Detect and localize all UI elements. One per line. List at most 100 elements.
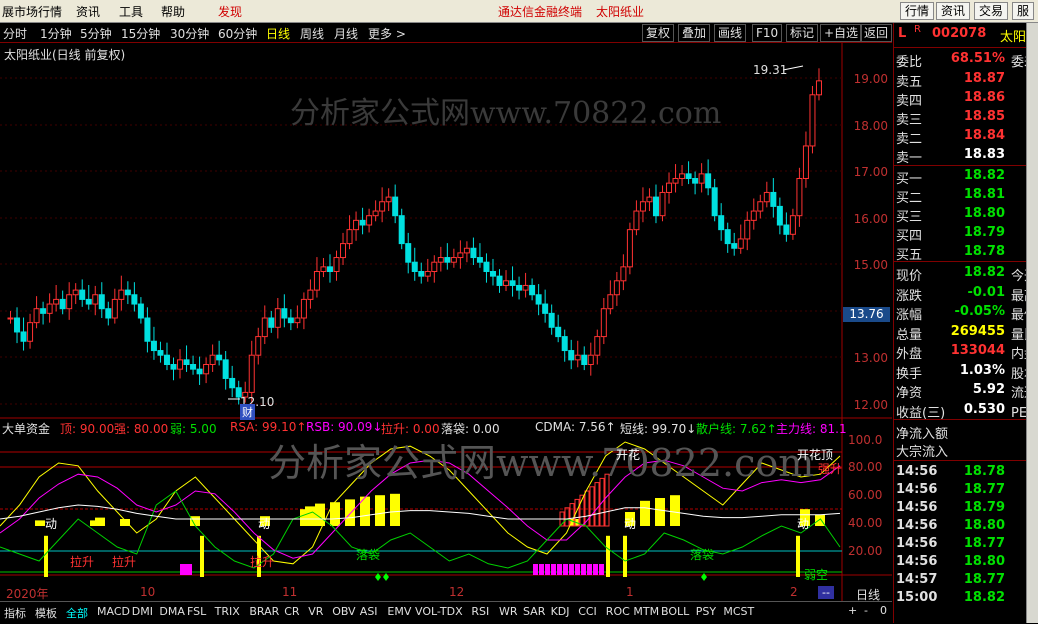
candle-body — [66, 294, 73, 310]
tab-macd[interactable]: MACD — [97, 605, 130, 618]
tab-kdj[interactable]: KDJ — [551, 605, 570, 618]
tab-trix[interactable]: TRIX — [215, 605, 240, 618]
ann-dong: 动 — [45, 517, 58, 531]
zoom-in-button[interactable]: + — [848, 604, 857, 617]
magenta-block — [545, 564, 550, 575]
candle-body — [287, 317, 294, 324]
candle-body — [809, 94, 816, 147]
period-1min[interactable]: 1分钟 — [40, 25, 72, 42]
tick-row: 14:56 18.77 — [896, 536, 1038, 554]
btn-mark[interactable]: 标记 — [786, 24, 819, 42]
tab-psy[interactable]: PSY — [696, 605, 716, 618]
stat-row-value: -0.01 — [967, 284, 1005, 300]
tab-全部[interactable]: 全部 — [66, 605, 88, 621]
scroll-dash[interactable]: -- — [818, 586, 834, 599]
tab-wr[interactable]: WR — [499, 605, 518, 618]
tab-fsl[interactable]: FSL — [187, 605, 206, 618]
bid-row-value: 18.78 — [963, 244, 1005, 259]
ann-jiangsheng: 强升 — [818, 462, 843, 476]
btn-add-watch[interactable]: +自选 — [820, 24, 863, 42]
ask-row-value: 18.86 — [963, 90, 1005, 105]
candle-body — [731, 243, 738, 249]
zoom-reset-button[interactable]: 0 — [880, 604, 887, 617]
period-daily[interactable]: 日线 — [266, 25, 290, 42]
tab-mcst[interactable]: MCST — [723, 605, 754, 618]
quote-scrollbar[interactable] — [1026, 23, 1038, 623]
btn-fuquan[interactable]: 复权 — [642, 24, 675, 42]
btn-overlay[interactable]: 叠加 — [678, 24, 711, 42]
candle-body — [613, 280, 620, 296]
period-more[interactable]: 更多 > — [368, 25, 406, 42]
btn-f10[interactable]: F10 — [752, 24, 783, 42]
ask-row-label: 卖五 — [896, 75, 923, 90]
fund-bar-red — [564, 507, 570, 527]
btn-back[interactable]: 返回 — [860, 24, 892, 42]
tick-time: 14:56 — [896, 536, 938, 551]
tab-emv[interactable]: EMV — [387, 605, 411, 618]
stock-name: 太阳 — [1000, 30, 1027, 45]
menu-help[interactable]: 帮助 — [161, 3, 185, 20]
btn-trade[interactable]: 交易 — [974, 2, 1009, 20]
btn-draw[interactable]: 画线 — [714, 24, 747, 42]
tab-cr[interactable]: CR — [284, 605, 299, 618]
menu-market[interactable]: 展市场行情 — [2, 3, 62, 20]
indicator-name[interactable]: 大单资金 — [2, 420, 50, 437]
candle-body — [216, 354, 223, 361]
magenta-block — [593, 564, 598, 575]
candle-body — [639, 201, 646, 212]
btn-service[interactable]: 服 — [1012, 2, 1035, 20]
period-30min[interactable]: 30分钟 — [170, 25, 209, 42]
period-indicator[interactable]: 日线 — [856, 586, 880, 603]
candle-body — [659, 191, 666, 217]
tick-row: 14:56 18.78 — [896, 464, 1038, 482]
tab-roc[interactable]: ROC — [606, 605, 630, 618]
tab-sar[interactable]: SAR — [523, 605, 545, 618]
candle-body — [724, 229, 731, 245]
tick-price: 18.82 — [963, 590, 1005, 605]
tab-dma[interactable]: DMA — [159, 605, 185, 618]
period-5min[interactable]: 5分钟 — [80, 25, 112, 42]
fund-bar-red — [594, 482, 600, 527]
tab-cci[interactable]: CCI — [578, 605, 597, 618]
tab-boll[interactable]: BOLL — [661, 605, 689, 618]
tab-模板[interactable]: 模板 — [35, 605, 57, 621]
tab-vol-tdx[interactable]: VOL-TDX — [415, 605, 463, 618]
menu-tools[interactable]: 工具 — [119, 3, 143, 20]
stat-row-label: 收益(三) — [896, 405, 946, 421]
tab-指标[interactable]: 指标 — [4, 605, 26, 621]
tab-obv[interactable]: OBV — [332, 605, 355, 618]
tab-dmi[interactable]: DMI — [132, 605, 153, 618]
candle-body — [581, 354, 588, 366]
time-label: 1 — [626, 585, 634, 599]
candle-body — [646, 196, 653, 203]
tab-mtm[interactable]: MTM — [633, 605, 659, 618]
ask-row-value: 18.83 — [963, 147, 1005, 162]
ind-shortline: 短线: 99.70↓ — [620, 422, 697, 436]
ask-row: 卖一 18.83 — [896, 147, 1038, 166]
zoom-out-button[interactable]: - — [864, 604, 868, 617]
menu-discover[interactable]: 发现 — [218, 3, 242, 20]
btn-info[interactable]: 资讯 — [936, 2, 971, 20]
period-monthly[interactable]: 月线 — [334, 25, 358, 42]
period-weekly[interactable]: 周线 — [300, 25, 324, 42]
tab-brar[interactable]: BRAR — [249, 605, 279, 618]
ann-lasheng: 拉升 — [112, 555, 137, 569]
ind-tick: 20.00 — [848, 544, 883, 558]
period-tick[interactable]: 分时 — [3, 25, 27, 42]
candle-body — [411, 261, 418, 272]
period-15min[interactable]: 15分钟 — [121, 25, 160, 42]
menu-news[interactable]: 资讯 — [76, 3, 100, 20]
candle-body — [14, 317, 21, 333]
candle-body — [111, 298, 118, 319]
finance-marker[interactable]: 财 — [240, 404, 255, 420]
tab-asi[interactable]: ASI — [360, 605, 378, 618]
fund-bar-red — [589, 486, 595, 527]
tab-rsi[interactable]: RSI — [471, 605, 489, 618]
price-tick: 19.00 — [853, 72, 888, 86]
tab-vr[interactable]: VR — [308, 605, 323, 618]
period-60min[interactable]: 60分钟 — [218, 25, 257, 42]
candle-body — [444, 257, 451, 263]
btn-quote[interactable]: 行情 — [900, 2, 935, 20]
ask-row-label: 卖二 — [896, 132, 923, 147]
tick-price: 18.78 — [963, 464, 1005, 479]
